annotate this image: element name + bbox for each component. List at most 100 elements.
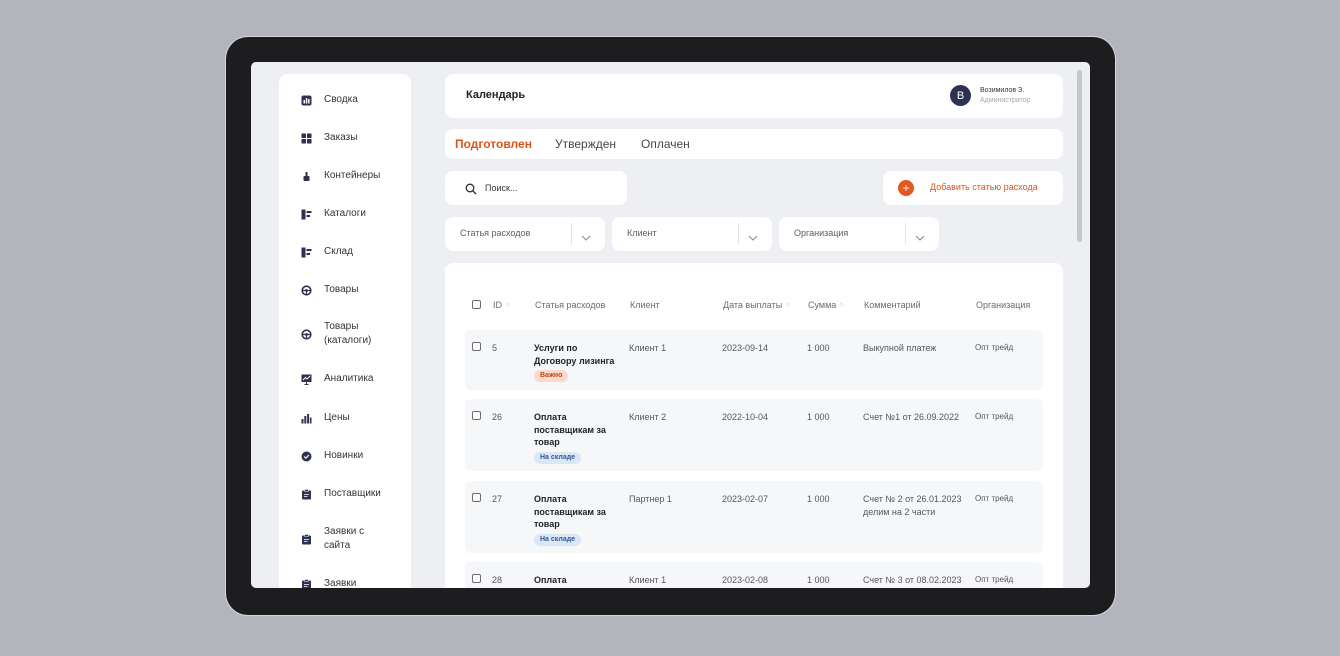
table-row[interactable]: 27 Оплата поставщикам за товар На складе…: [465, 481, 1043, 553]
add-expense-button[interactable]: + Добавить статью расхода: [883, 171, 1063, 205]
cell-sum: 1 000: [807, 343, 830, 353]
filter-label: Организация: [794, 228, 849, 238]
column-header-label: ID: [493, 300, 502, 310]
cell-client: Клиент 1: [629, 575, 667, 585]
sidebar-item-orders[interactable]: Заказы: [301, 128, 357, 148]
sidebar-item-label: Новинки: [324, 450, 364, 461]
clipboard-icon: [301, 488, 312, 500]
sidebar-item-warehouse[interactable]: Склад: [301, 242, 353, 262]
status-badge: Важно: [534, 370, 569, 382]
sidebar-item-site-requests[interactable]: Заявки с сайта: [301, 524, 364, 554]
search-input[interactable]: [485, 180, 615, 196]
sidebar-item-prices[interactable]: Цены: [301, 408, 350, 428]
top-header: Календарь В Возимилов З. Администратор: [445, 74, 1063, 118]
table-row[interactable]: 28 Оплата Клиент 1 2023-02-08 1 000 Счет…: [465, 562, 1043, 588]
cell-organization: Опт трейд: [975, 412, 1014, 421]
sidebar-item-analytics[interactable]: Аналитика: [301, 369, 374, 389]
column-header-organization: Организация: [976, 300, 1030, 310]
cell-sum: 1 000: [807, 494, 830, 504]
cell-sum: 1 000: [807, 575, 830, 585]
cell-comment: Счет № 3 от 08.02.2023: [863, 575, 962, 585]
sidebar-item-label: Контейнеры: [324, 170, 381, 181]
tab-paid[interactable]: Оплачен: [641, 137, 690, 151]
column-header-label: Организация: [976, 300, 1031, 310]
clipboard-icon: [301, 578, 312, 588]
sidebar-item-label: Заявки: [324, 578, 357, 588]
filter-organization[interactable]: Организация: [779, 217, 939, 251]
user-role: Администратор: [980, 97, 1031, 104]
column-header-label: Статья расходов: [535, 300, 606, 310]
row-checkbox[interactable]: [472, 342, 481, 351]
column-header-label: Дата выплаты: [723, 300, 783, 310]
cell-comment: Счет №1 от 26.09.2022: [863, 412, 960, 422]
status-badge: На складе: [534, 451, 582, 464]
column-header-label: Клиент: [630, 300, 660, 310]
row-checkbox[interactable]: [472, 493, 481, 502]
cell-expense-item: Услуги по Договору лизинга Важно: [534, 342, 622, 382]
app-screen: Сводка Заказы Контейнеры Каталоги Склад …: [251, 62, 1090, 588]
tab-prepared[interactable]: Подготовлен: [455, 137, 532, 151]
column-header-client: Клиент: [630, 300, 660, 310]
expense-title: Оплата поставщикам за товар: [534, 494, 606, 529]
column-header-payment-date[interactable]: Дата выплаты ↑↓: [723, 300, 790, 310]
filter-label: Клиент: [627, 228, 657, 238]
cell-organization: Опт трейд: [975, 494, 1014, 503]
search-box: [445, 171, 627, 205]
analytics-icon: [301, 374, 312, 385]
bar-chart-icon: [301, 413, 312, 424]
expenses-table: ID ↑↓ Статья расходов Клиент Дата выплаты…: [445, 263, 1063, 588]
sidebar-item-containers[interactable]: Контейнеры: [301, 166, 380, 186]
table-row[interactable]: 5 Услуги по Договору лизинга Важно Клиен…: [465, 330, 1043, 390]
cell-comment: Выкупной платеж: [863, 343, 937, 353]
sidebar-item-label: Аналитика: [324, 373, 374, 384]
sidebar-item-catalogs[interactable]: Каталоги: [301, 204, 366, 224]
column-header-sum[interactable]: Сумма ↑↓: [808, 300, 844, 310]
chevron-down-icon: [915, 229, 925, 247]
cell-id: 27: [492, 494, 503, 504]
sort-icon: ↑↓: [785, 302, 790, 308]
column-header-comment: Комментарий: [864, 300, 921, 310]
cell-payment-date: 2023-02-08: [722, 575, 769, 585]
sidebar-item-new[interactable]: Новинки: [301, 446, 363, 466]
sidebar-item-label: Товары: [324, 284, 359, 295]
cell-organization: Опт трейд: [975, 343, 1014, 352]
chevron-down-icon: [581, 229, 591, 247]
cell-client: Клиент 1: [629, 343, 667, 353]
filter-client[interactable]: Клиент: [612, 217, 772, 251]
tab-approved[interactable]: Утвержден: [555, 137, 616, 151]
cell-payment-date: 2023-02-07: [722, 494, 769, 504]
cell-expense-item: Оплата: [534, 574, 622, 587]
status-tabs: Подготовлен Утвержден Оплачен: [445, 129, 1063, 159]
sort-icon: ↑↓: [839, 302, 844, 308]
column-header-expense-item: Статья расходов: [535, 300, 605, 310]
cell-client: Клиент 2: [629, 412, 667, 422]
table-row[interactable]: 26 Оплата поставщикам за товар На складе…: [465, 399, 1043, 471]
row-checkbox[interactable]: [472, 574, 481, 583]
sidebar-item-products-catalogs[interactable]: Товары (каталоги): [301, 319, 371, 349]
badge-check-icon: [301, 451, 312, 462]
sidebar-item-summary[interactable]: Сводка: [301, 90, 358, 110]
container-icon: [301, 171, 312, 182]
status-badge: На складе: [534, 533, 582, 546]
sidebar-item-products[interactable]: Товары: [301, 280, 358, 300]
wheel-icon: [301, 328, 312, 340]
sidebar-item-label: Склад: [324, 246, 353, 257]
column-header-id[interactable]: ID ↑↓: [493, 300, 510, 310]
dashboard-icon: [301, 95, 312, 106]
warehouse-icon: [301, 247, 312, 258]
filter-label: Статья расходов: [460, 228, 531, 238]
sidebar-item-requests[interactable]: Заявки: [301, 574, 356, 588]
sidebar-item-suppliers[interactable]: Поставщики: [301, 484, 381, 504]
scrollbar-thumb[interactable]: [1077, 70, 1082, 242]
select-all-checkbox[interactable]: [472, 300, 481, 309]
filter-expense-item[interactable]: Статья расходов: [445, 217, 605, 251]
cell-id: 26: [492, 412, 503, 422]
column-header-label: Сумма: [808, 300, 837, 310]
divider: [738, 223, 739, 245]
avatar[interactable]: В: [950, 85, 971, 106]
add-expense-label: Добавить статью расхода: [930, 182, 1038, 192]
row-checkbox[interactable]: [472, 411, 481, 420]
column-header-label: Комментарий: [864, 300, 921, 310]
expense-title: Оплата поставщикам за товар: [534, 412, 606, 447]
sidebar-item-label: Товары (каталоги): [324, 321, 372, 346]
